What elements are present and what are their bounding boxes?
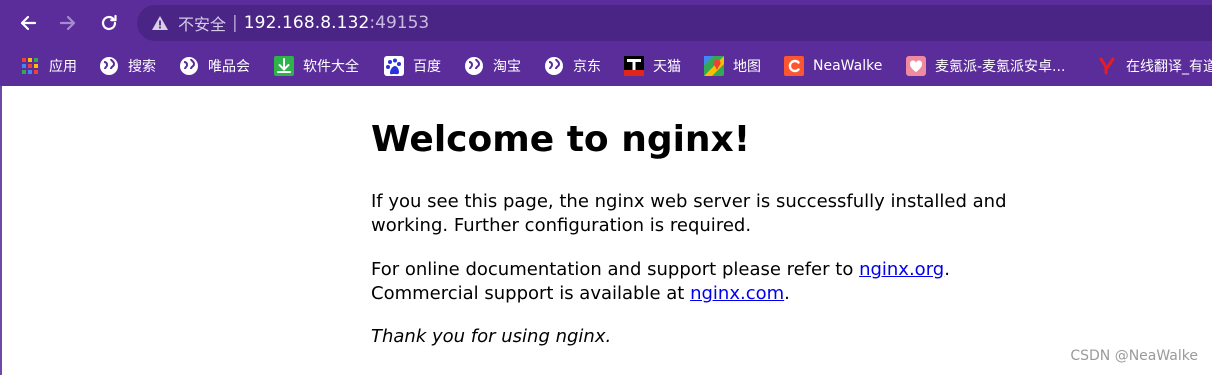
url-port: :49153 xyxy=(369,13,430,33)
bookmark-label: 在线翻译_有道 xyxy=(1126,59,1212,75)
baidu-paw-icon xyxy=(384,56,404,76)
bookmark-label: 地图 xyxy=(733,59,761,75)
content-frame-edge xyxy=(0,86,2,375)
arrow-left-icon xyxy=(20,15,37,31)
reload-icon xyxy=(101,14,117,31)
url-host: 192.168.8.132 xyxy=(243,13,370,33)
bookmark-label: 百度 xyxy=(413,59,441,75)
forward-button[interactable] xyxy=(56,11,80,35)
bookmark-youdao[interactable]: 在线翻译_有道 xyxy=(1097,54,1212,78)
page-title: Welcome to nginx! xyxy=(371,119,751,160)
commercial-period: . xyxy=(784,283,790,304)
arrow-right-icon xyxy=(59,15,76,31)
browser-toolbar: 不安全 | 192.168.8.132:49153 xyxy=(0,0,1212,46)
bookmark-baidu[interactable]: 百度 xyxy=(384,54,441,78)
download-icon xyxy=(274,56,294,76)
globe-icon xyxy=(179,56,199,76)
nginx-org-link[interactable]: nginx.org xyxy=(859,259,944,280)
globe-icon xyxy=(99,56,119,76)
youdao-icon xyxy=(1097,56,1117,76)
bookmark-label: 天猫 xyxy=(653,59,681,75)
bookmark-vip[interactable]: 唯品会 xyxy=(179,54,250,78)
csdn-watermark: CSDN @NeaWalke xyxy=(1070,348,1198,364)
bookmark-label: 唯品会 xyxy=(208,59,250,75)
bookmarks-bar: 应用 搜索 唯品会 软件大全 百度 淘宝 京东 天猫 地图 NeaWalke 麦… xyxy=(0,46,1212,86)
heart-icon xyxy=(906,56,926,76)
commercial-support-text: Commercial support is available at xyxy=(371,283,691,304)
support-period: . xyxy=(944,259,950,280)
reload-button[interactable] xyxy=(97,11,121,35)
bookmark-label: 麦氪派-麦氪派安卓... xyxy=(935,59,1066,75)
support-paragraph: For online documentation and support ple… xyxy=(371,258,1011,306)
bookmark-label: 搜索 xyxy=(128,59,156,75)
bookmark-maikepai[interactable]: 麦氪派-麦氪派安卓... xyxy=(906,54,1065,78)
tmall-icon xyxy=(624,56,644,76)
apps-grid-icon xyxy=(20,56,40,76)
bookmark-apps[interactable]: 应用 xyxy=(20,54,77,78)
bookmark-software[interactable]: 软件大全 xyxy=(274,54,359,78)
csdn-c-icon xyxy=(784,56,804,76)
globe-icon xyxy=(544,56,564,76)
maps-icon xyxy=(704,56,724,76)
address-separator: | xyxy=(232,13,238,33)
bookmark-label: 淘宝 xyxy=(493,59,521,75)
bookmark-label: 应用 xyxy=(49,59,77,75)
bookmark-taobao[interactable]: 淘宝 xyxy=(464,54,521,78)
security-status-label[interactable]: 不安全 xyxy=(178,11,226,35)
thanks-paragraph: Thank you for using nginx. xyxy=(371,326,612,347)
bookmark-search[interactable]: 搜索 xyxy=(99,54,156,78)
bookmark-label: NeaWalke xyxy=(813,58,883,74)
bookmark-label: 京东 xyxy=(573,59,601,75)
bookmark-jd[interactable]: 京东 xyxy=(544,54,601,78)
bookmark-maps[interactable]: 地图 xyxy=(704,54,761,78)
warning-triangle-icon xyxy=(151,15,169,31)
bookmark-neawalke[interactable]: NeaWalke xyxy=(784,54,882,78)
intro-paragraph: If you see this page, the nginx web serv… xyxy=(371,191,1007,236)
globe-icon xyxy=(464,56,484,76)
nginx-com-link[interactable]: nginx.com xyxy=(690,283,784,304)
bookmark-label: 软件大全 xyxy=(303,59,359,75)
support-text: For online documentation and support ple… xyxy=(371,259,860,280)
bookmark-tmall[interactable]: 天猫 xyxy=(624,54,681,78)
address-bar[interactable]: 不安全 | 192.168.8.132:49153 xyxy=(137,5,1212,41)
back-button[interactable] xyxy=(16,11,40,35)
